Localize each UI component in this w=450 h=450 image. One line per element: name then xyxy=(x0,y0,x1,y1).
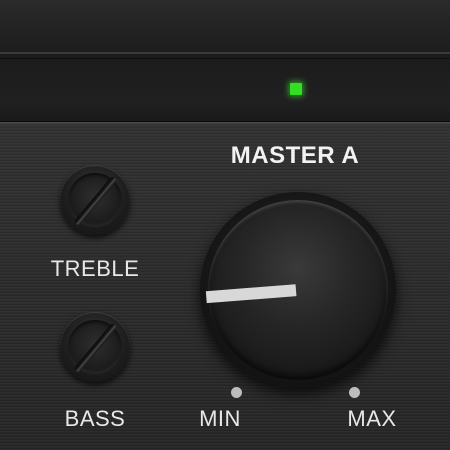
status-led xyxy=(290,83,302,95)
master-knob[interactable] xyxy=(200,192,396,388)
max-marker-dot xyxy=(349,387,360,398)
treble-label: TREBLE xyxy=(50,256,140,281)
bass-knob-cap xyxy=(68,320,122,374)
master-pointer-line xyxy=(205,284,297,304)
treble-knob-indicator xyxy=(73,175,118,227)
bass-knob-indicator xyxy=(73,322,118,374)
treble-knob-cap xyxy=(68,173,122,227)
amp-plugin-panel: TREBLE BASS MASTER A MIN MAX xyxy=(0,0,450,450)
display-bar xyxy=(0,58,450,125)
master-title: MASTER A xyxy=(230,142,360,169)
bass-knob[interactable] xyxy=(60,312,130,382)
min-label: MIN xyxy=(199,406,241,431)
top-strip xyxy=(0,0,450,54)
min-marker-dot xyxy=(231,387,242,398)
master-knob-pointer xyxy=(205,284,297,304)
treble-knob[interactable] xyxy=(60,165,130,235)
max-label: MAX xyxy=(347,406,397,431)
bass-label: BASS xyxy=(64,406,126,431)
